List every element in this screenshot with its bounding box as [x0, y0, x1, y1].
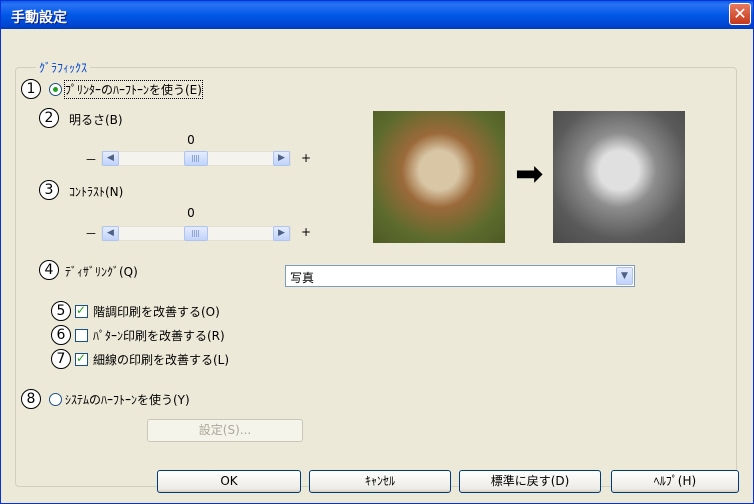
arrow-right-icon: ➡ — [515, 154, 544, 194]
callout-number-2: 2 — [39, 108, 59, 128]
dithering-selected-value: 写真 — [290, 271, 315, 285]
callout-number-7: 7 — [51, 349, 71, 369]
brightness-slider-thumb[interactable] — [184, 151, 208, 166]
grayscale-preview-image — [553, 111, 685, 243]
contrast-slider-thumb[interactable] — [184, 226, 208, 241]
improve-pattern-checkbox[interactable] — [75, 329, 88, 342]
system-halftone-radio[interactable] — [49, 393, 62, 406]
printer-halftone-radio[interactable] — [49, 83, 62, 96]
contrast-value: 0 — [187, 206, 195, 220]
graphics-group-title: ｸﾞﾗﾌｨｯｸｽ — [36, 59, 91, 76]
contrast-slider[interactable]: ◀ ▶ — [101, 226, 291, 241]
window-title: 手動設定 — [11, 10, 67, 26]
brightness-plus: + — [301, 151, 312, 165]
brightness-label: 明るさ(B) — [69, 113, 123, 127]
chevron-down-icon[interactable]: ▼ — [616, 267, 633, 285]
contrast-plus: + — [301, 225, 312, 239]
settings-button[interactable]: 設定(S)... — [147, 419, 303, 442]
brightness-minus: － — [85, 153, 98, 167]
dithering-select[interactable]: 写真 ▼ — [285, 265, 635, 287]
callout-number-8: 8 — [21, 389, 41, 409]
brightness-left-arrow-icon[interactable]: ◀ — [102, 151, 119, 166]
reset-default-button[interactable]: 標準に戻す(D) — [459, 470, 601, 493]
improve-pattern-label[interactable]: ﾊﾟﾀｰﾝ印刷を改善する(R) — [93, 327, 225, 344]
title-bar[interactable]: 手動設定 ✕ — [1, 1, 753, 29]
improve-thin-line-label[interactable]: 細線の印刷を改善する(L) — [93, 351, 229, 368]
brightness-value: 0 — [187, 133, 195, 147]
improve-gray-checkbox[interactable] — [75, 303, 88, 318]
callout-number-4: 4 — [39, 260, 59, 280]
manual-settings-dialog: 手動設定 ✕ ｸﾞﾗﾌｨｯｸｽ 1 ﾌﾟﾘﾝﾀｰのﾊｰﾌﾄｰﾝを使う(E) 2 … — [0, 0, 754, 504]
callout-number-6: 6 — [51, 325, 71, 345]
help-button[interactable]: ﾍﾙﾌﾟ(H) — [611, 470, 739, 493]
ok-button[interactable]: OK — [157, 470, 301, 493]
system-halftone-label[interactable]: ｼｽﾃﾑのﾊｰﾌﾄｰﾝを使う(Y) — [65, 391, 190, 408]
cancel-button[interactable]: ｷｬﾝｾﾙ — [309, 470, 451, 493]
contrast-minus: － — [85, 227, 98, 241]
contrast-right-arrow-icon[interactable]: ▶ — [273, 226, 290, 241]
brightness-slider[interactable]: ◀ ▶ — [101, 151, 291, 166]
contrast-label: ｺﾝﾄﾗｽﾄ(N) — [69, 185, 124, 199]
improve-gray-label[interactable]: 階調印刷を改善する(O) — [93, 303, 220, 320]
color-preview-image — [373, 111, 505, 243]
printer-halftone-label[interactable]: ﾌﾟﾘﾝﾀｰのﾊｰﾌﾄｰﾝを使う(E) — [64, 80, 203, 99]
improve-thin-line-checkbox[interactable] — [75, 351, 88, 366]
callout-number-1: 1 — [21, 79, 41, 99]
brightness-right-arrow-icon[interactable]: ▶ — [273, 151, 290, 166]
dialog-body: ｸﾞﾗﾌｨｯｸｽ 1 ﾌﾟﾘﾝﾀｰのﾊｰﾌﾄｰﾝを使う(E) 2 明るさ(B) … — [1, 29, 753, 503]
close-icon[interactable]: ✕ — [729, 3, 751, 25]
dithering-label: ﾃﾞｨｻﾞﾘﾝｸﾞ(Q) — [65, 265, 138, 279]
contrast-left-arrow-icon[interactable]: ◀ — [102, 226, 119, 241]
callout-number-3: 3 — [39, 180, 59, 200]
callout-number-5: 5 — [51, 301, 71, 321]
